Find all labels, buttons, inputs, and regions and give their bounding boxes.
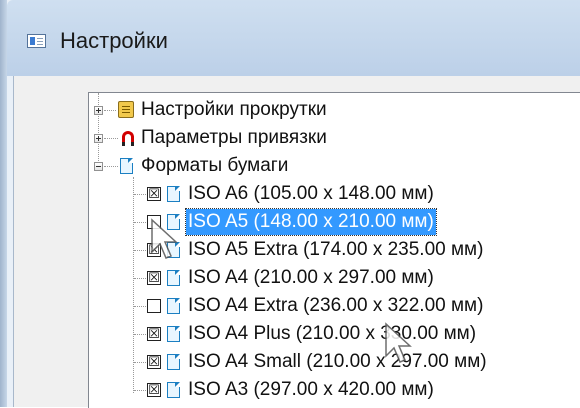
checkbox-unchecked[interactable] [147,299,161,313]
paper-format-label: ISO A5 Extra (174.00 x 235.00 мм) [188,239,484,260]
paper-format-item[interactable]: ☒ ISO A4 Small (210.00 x 297.00 мм) [89,349,579,375]
checkbox-checked[interactable]: ☒ [147,271,161,285]
paper-format-item[interactable]: ☒ ISO A3 (297.00 x 420.00 мм) [89,377,579,403]
document-icon [167,298,180,314]
checkbox-checked[interactable]: ☒ [147,187,161,201]
checkbox-checked[interactable]: ☒ [147,383,161,397]
paper-format-item[interactable]: ISO A4 Extra (236.00 x 322.00 мм) [89,293,579,319]
tree-node-scroll-settings[interactable]: Настройки прокрутки [89,97,579,123]
tree-node-label: Форматы бумаги [141,155,289,176]
document-icon [167,354,180,370]
document-icon [120,158,133,174]
collapse-icon[interactable] [94,162,103,171]
paper-format-label: ISO A6 (105.00 x 148.00 мм) [188,183,434,204]
window-title: Настройки [60,28,168,53]
paper-format-label: ISO A4 (210.00 x 297.00 мм) [188,267,434,288]
expand-icon[interactable] [94,134,103,143]
document-icon [167,270,180,286]
title-bar[interactable]: Настройки [7,0,580,76]
window-border [0,0,7,407]
tree-node-label: Настройки прокрутки [141,99,327,120]
paper-format-item[interactable]: ☒ ISO A6 (105.00 x 148.00 мм) [89,181,579,207]
document-icon [167,326,180,342]
checkbox-checked[interactable]: ☒ [147,355,161,369]
checkbox-checked[interactable]: ☒ [147,327,161,341]
paper-format-label: ISO A4 Plus (210.00 x 330.00 мм) [188,323,477,344]
tree-node-label: Параметры привязки [141,127,327,148]
settings-window-icon[interactable] [27,34,46,48]
paper-format-label: ISO A3 (297.00 x 420.00 мм) [188,379,434,400]
paper-format-label: ISO A4 Extra (236.00 x 322.00 мм) [188,295,484,316]
paper-format-item[interactable]: ☒ ISO A4 (210.00 x 297.00 мм) [89,265,579,291]
mouse-cursor-icon [385,322,412,363]
document-icon [167,382,180,398]
tree-node-snap-settings[interactable]: Параметры привязки [89,125,579,151]
scroll-icon [118,101,134,118]
tree-node-paper-formats[interactable]: Форматы бумаги [89,153,579,179]
document-icon [167,186,180,202]
paper-format-label-selected: ISO A5 (148.00 x 210.00 мм) [185,208,437,236]
paper-format-item[interactable]: ☒ ISO A4 Plus (210.00 x 330.00 мм) [89,321,579,347]
expand-icon[interactable] [94,106,103,115]
settings-window: Настройки Настройки прокрутки Параметры … [0,0,580,408]
magnet-icon [122,131,134,146]
paper-format-label: ISO A4 Small (210.00 x 297.00 мм) [188,351,487,372]
mouse-cursor-icon [151,218,178,259]
